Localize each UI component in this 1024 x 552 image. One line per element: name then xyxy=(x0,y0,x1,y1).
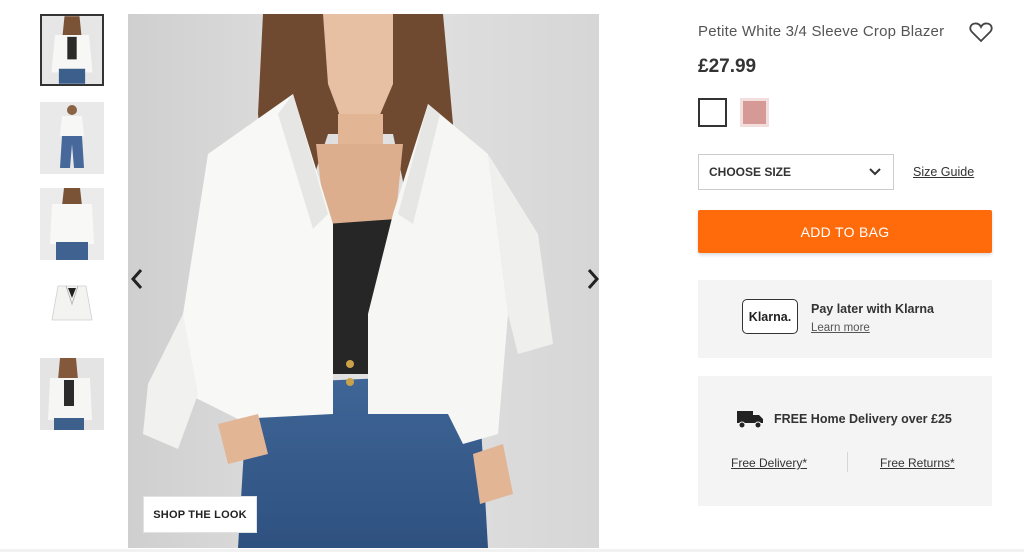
thumbnail-5[interactable] xyxy=(40,358,104,430)
thumbnail-3[interactable] xyxy=(40,188,104,260)
thumbnail-image xyxy=(40,274,104,346)
next-image-button[interactable] xyxy=(582,266,604,292)
product-photo xyxy=(128,14,599,548)
delivery-title: FREE Home Delivery over £25 xyxy=(774,412,952,426)
thumbnail-image xyxy=(42,16,102,84)
main-product-image xyxy=(128,14,599,548)
size-select[interactable]: CHOOSE SIZE xyxy=(698,154,894,190)
truck-icon xyxy=(737,411,763,429)
klarna-title: Pay later with Klarna xyxy=(811,302,934,316)
thumbnail-image xyxy=(40,188,104,260)
thumbnail-image xyxy=(40,102,104,174)
chevron-left-icon xyxy=(130,269,143,289)
swatch-pink[interactable] xyxy=(740,98,769,127)
shop-the-look-button[interactable]: SHOP THE LOOK xyxy=(143,496,257,533)
free-returns-link[interactable]: Free Returns* xyxy=(880,456,955,470)
previous-image-button[interactable] xyxy=(126,266,148,292)
chevron-down-icon xyxy=(869,168,881,176)
heart-icon[interactable] xyxy=(969,21,993,43)
thumbnail-4[interactable] xyxy=(40,274,104,346)
klarna-logo: Klarna. xyxy=(742,299,798,334)
product-price: £27.99 xyxy=(698,56,757,77)
free-delivery-link[interactable]: Free Delivery* xyxy=(731,456,807,470)
size-guide-link[interactable]: Size Guide xyxy=(913,165,974,179)
thumbnail-2[interactable] xyxy=(40,102,104,174)
chevron-right-icon xyxy=(587,269,600,289)
klarna-panel: Klarna. Pay later with Klarna Learn more xyxy=(698,280,992,358)
add-to-bag-button[interactable]: ADD TO BAG xyxy=(698,210,992,253)
delivery-panel: FREE Home Delivery over £25 Free Deliver… xyxy=(698,376,992,506)
thumbnail-1[interactable] xyxy=(40,14,104,86)
swatch-white[interactable] xyxy=(698,98,727,127)
divider xyxy=(847,452,848,472)
thumbnail-image xyxy=(40,358,104,430)
size-select-label: CHOOSE SIZE xyxy=(709,165,792,179)
product-title: Petite White 3/4 Sleeve Crop Blazer xyxy=(698,23,945,40)
klarna-learn-more-link[interactable]: Learn more xyxy=(811,322,870,334)
